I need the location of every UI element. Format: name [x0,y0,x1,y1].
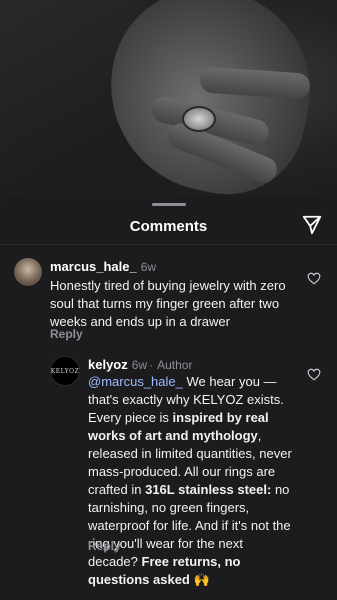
sheet-title: Comments [129,218,208,235]
comment-username[interactable]: marcus_hale_ [50,259,137,274]
sheet-grabber[interactable] [152,203,186,206]
mention-link[interactable]: @marcus_hale_ [88,374,183,389]
reply-header: kelyoz 6w · Author [88,357,193,372]
heart-icon[interactable] [307,272,321,285]
comment-time: 6w [140,260,157,274]
author-avatar[interactable]: KELYOZ [50,356,80,386]
reply-button[interactable]: Reply [88,539,121,553]
comments-sheet: Comments marcus_hale_ 6w Honestly tired o… [0,196,337,600]
reply-button[interactable]: Reply [50,327,83,341]
post-photo [0,0,337,210]
comment-text: Honestly tired of buying jewelry with ze… [50,278,286,329]
reply-text: @marcus_hale_ We hear you — that's exact… [88,374,292,587]
heart-icon[interactable] [307,368,321,381]
author-badge: Author [157,358,193,372]
reply-time: 6w [131,358,148,372]
share-icon[interactable] [301,214,323,236]
header-divider [0,244,337,245]
reply-username[interactable]: kelyoz [88,357,128,372]
ring-shape [182,106,216,132]
comment-header: marcus_hale_ 6w [50,259,156,274]
avatar[interactable] [14,258,42,286]
raised-hands-emoji: 🙌 [193,572,210,587]
